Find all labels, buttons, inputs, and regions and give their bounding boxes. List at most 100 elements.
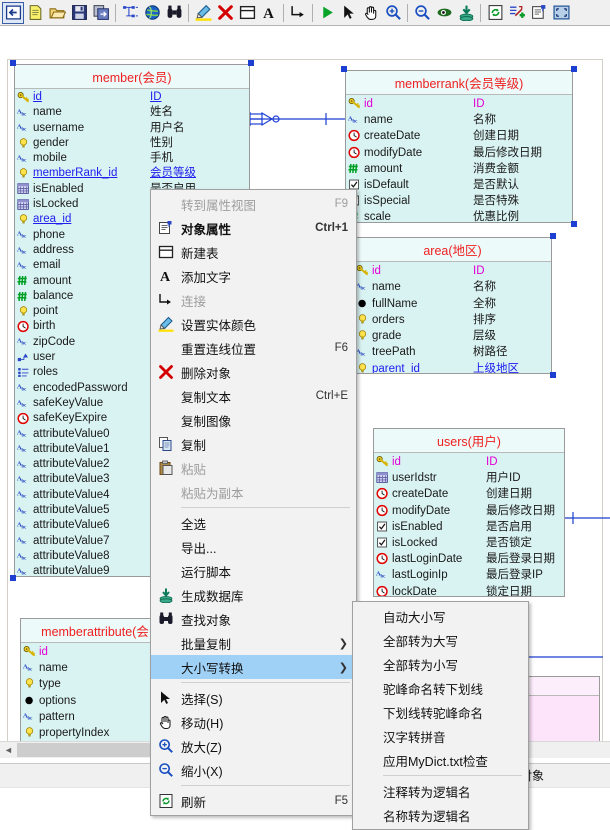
- table-field-row[interactable]: Abcname名: [21, 660, 169, 676]
- context-menu-item[interactable]: 大小写转换 ❯: [151, 655, 356, 679]
- context-menu-item[interactable]: 新建表: [151, 240, 356, 264]
- context-menu-item[interactable]: 生成数据库: [151, 583, 356, 607]
- toolbar-new-table-button[interactable]: [236, 2, 258, 24]
- case-conversion-submenu[interactable]: 自动大小写 全部转为大写 全部转为小写 驼峰命名转下划线 下划线转驼峰命名 汉字转拼音 应用…: [352, 601, 529, 830]
- selection-handle[interactable]: [10, 574, 16, 581]
- toolbar-save-as-button[interactable]: [90, 2, 112, 24]
- table-field-row[interactable]: gender 性别: [15, 136, 249, 151]
- selection-handle[interactable]: [571, 66, 577, 72]
- submenu-item[interactable]: 注释转为逻辑名: [353, 779, 528, 803]
- table-field-row[interactable]: idID: [374, 454, 564, 470]
- context-menu-item[interactable]: 全选: [151, 511, 356, 535]
- toolbar-back-to-view-button[interactable]: [2, 1, 24, 24]
- table-field-row[interactable]: createDate 创建日期: [346, 128, 572, 144]
- context-menu-item[interactable]: 批量复制 ❯: [151, 631, 356, 655]
- toolbar-run-play-button[interactable]: [316, 2, 338, 24]
- toolbar-connect-arrow-button[interactable]: [287, 2, 309, 24]
- context-menu-item[interactable]: 设置实体颜色: [151, 312, 356, 336]
- table-field-row[interactable]: Abc mobile 手机: [15, 151, 249, 166]
- table-field-row[interactable]: isSpecial 是否特殊: [346, 193, 572, 209]
- context-menu-item[interactable]: 放大(Z): [151, 734, 356, 758]
- table-field-row[interactable]: lastLoginDate 最后登录日期: [374, 551, 564, 567]
- table-field-row[interactable]: idID: [354, 263, 551, 279]
- toolbar-fit-view-button[interactable]: [550, 2, 572, 24]
- context-menu-item[interactable]: A 添加文字: [151, 264, 356, 288]
- context-menu-item[interactable]: 导出...: [151, 535, 356, 559]
- table-field-row[interactable]: idID: [21, 644, 169, 660]
- table-field-row[interactable]: Abc name 名称: [346, 112, 572, 128]
- toolbar-open-folder-button[interactable]: [46, 2, 68, 24]
- toolbar-object-properties-button[interactable]: [528, 2, 550, 24]
- table-field-row[interactable]: fullName 全称: [354, 296, 551, 312]
- toolbar-generate-database-button[interactable]: [455, 2, 477, 24]
- table-field-row[interactable]: createDate 创建日期: [374, 486, 564, 502]
- table-field-row[interactable]: isDefault 是否默认: [346, 177, 572, 193]
- table-field-row[interactable]: idID: [346, 96, 572, 112]
- context-menu-item[interactable]: 选择(S): [151, 686, 356, 710]
- context-menu-item[interactable]: 运行脚本: [151, 559, 356, 583]
- table-field-row[interactable]: modifyDate 最后修改日期: [374, 503, 564, 519]
- context-menu-item[interactable]: 复制: [151, 432, 356, 456]
- toolbar-save-disk-button[interactable]: [68, 2, 90, 24]
- toolbar-preview-eye-button[interactable]: [433, 2, 455, 24]
- table-field-row[interactable]: Abc name 姓名: [15, 105, 249, 120]
- scroll-left-arrow[interactable]: ◄: [0, 742, 17, 758]
- table-field-row[interactable]: options可: [21, 693, 169, 709]
- selection-handle[interactable]: [550, 372, 556, 379]
- toolbar-highlighter-pen-button[interactable]: [192, 2, 214, 24]
- selection-handle[interactable]: [341, 66, 347, 72]
- table-area[interactable]: area(地区) id ID Abc name 名称 fullName 全称 orders 排序 g…: [353, 237, 552, 375]
- table-field-row[interactable]: lockDate 锁定日期: [374, 584, 564, 596]
- toolbar-zoom-in-button[interactable]: [382, 2, 404, 24]
- table-field-row[interactable]: Abc treePath 树路径: [354, 344, 551, 360]
- table-field-row[interactable]: Abc lastLoginIp 最后登录IP: [374, 567, 564, 583]
- table-field-row[interactable]: Abc name 名称: [354, 279, 551, 295]
- table-field-row[interactable]: Abc username 用户名: [15, 121, 249, 136]
- context-menu-item[interactable]: 移动(H): [151, 710, 356, 734]
- selection-handle[interactable]: [248, 60, 254, 66]
- table-field-row[interactable]: scale 优惠比例: [346, 209, 572, 222]
- table-field-row[interactable]: propertyIndex属: [21, 725, 169, 741]
- submenu-item[interactable]: 全部转为大写: [353, 628, 528, 652]
- table-field-row[interactable]: idID: [15, 90, 249, 105]
- context-menu-item[interactable]: 刷新 F5: [151, 789, 356, 813]
- context-menu-item[interactable]: 查找对象: [151, 607, 356, 631]
- context-menu-item[interactable]: 删除对象: [151, 360, 356, 384]
- context-menu-item[interactable]: 复制文本 Ctrl+E: [151, 384, 356, 408]
- table-field-row[interactable]: memberRank_id 会员等级: [15, 166, 249, 181]
- submenu-item[interactable]: 名称转为逻辑名: [353, 803, 528, 827]
- selection-handle[interactable]: [571, 220, 577, 227]
- table-field-row[interactable]: Abcpattern匹: [21, 709, 169, 725]
- table-field-row[interactable]: orders 排序: [354, 312, 551, 328]
- context-menu[interactable]: 转到属性视图 F9 对象属性 Ctrl+1 新建表 A 添加文字 连接 设置实体颜色 重置连线位置…: [150, 189, 357, 816]
- table-field-row[interactable]: parent_id 上级地区: [354, 361, 551, 373]
- submenu-item[interactable]: 下划线转驼峰命名: [353, 700, 528, 724]
- table-field-row[interactable]: isLocked 是否锁定: [374, 535, 564, 551]
- context-menu-item[interactable]: 重置连线位置 F6: [151, 336, 356, 360]
- table-field-row[interactable]: amount 消费金额: [346, 161, 572, 177]
- table-users[interactable]: users(用户) id ID userIdstr 用户ID createDate 创建日期…: [373, 428, 565, 597]
- toolbar-delete-x-button[interactable]: [214, 2, 236, 24]
- table-memberrank[interactable]: memberrank(会员等级) id ID Abc name 名称 createDate 创…: [345, 70, 573, 223]
- context-menu-item[interactable]: 复制图像: [151, 408, 356, 432]
- toolbar-tree-structure-button[interactable]: [119, 2, 141, 24]
- table-field-row[interactable]: type类: [21, 676, 169, 692]
- toolbar-add-field-button[interactable]: [506, 2, 528, 24]
- table-field-row[interactable]: grade 层级: [354, 328, 551, 344]
- selection-handle[interactable]: [10, 60, 16, 66]
- toolbar-globe-button[interactable]: [141, 2, 163, 24]
- submenu-item[interactable]: 应用MyDict.txt检查: [353, 748, 528, 772]
- submenu-item[interactable]: 全部转为小写: [353, 652, 528, 676]
- selection-handle[interactable]: [550, 233, 556, 239]
- toolbar-pan-hand-button[interactable]: [360, 2, 382, 24]
- table-field-row[interactable]: isEnabled 是否启用: [374, 519, 564, 535]
- toolbar-add-text-button[interactable]: A: [258, 2, 280, 24]
- submenu-item[interactable]: 汉字转拼音: [353, 724, 528, 748]
- submenu-item[interactable]: 自动大小写: [353, 604, 528, 628]
- toolbar-zoom-out-button[interactable]: [411, 2, 433, 24]
- context-menu-item[interactable]: 缩小(X): [151, 758, 356, 782]
- table-memberattribute[interactable]: memberattribute(会idIDAbcname名type类option…: [20, 618, 170, 756]
- submenu-item[interactable]: 驼峰命名转下划线: [353, 676, 528, 700]
- table-field-row[interactable]: modifyDate 最后修改日期: [346, 145, 572, 161]
- context-menu-item[interactable]: 对象属性 Ctrl+1: [151, 216, 356, 240]
